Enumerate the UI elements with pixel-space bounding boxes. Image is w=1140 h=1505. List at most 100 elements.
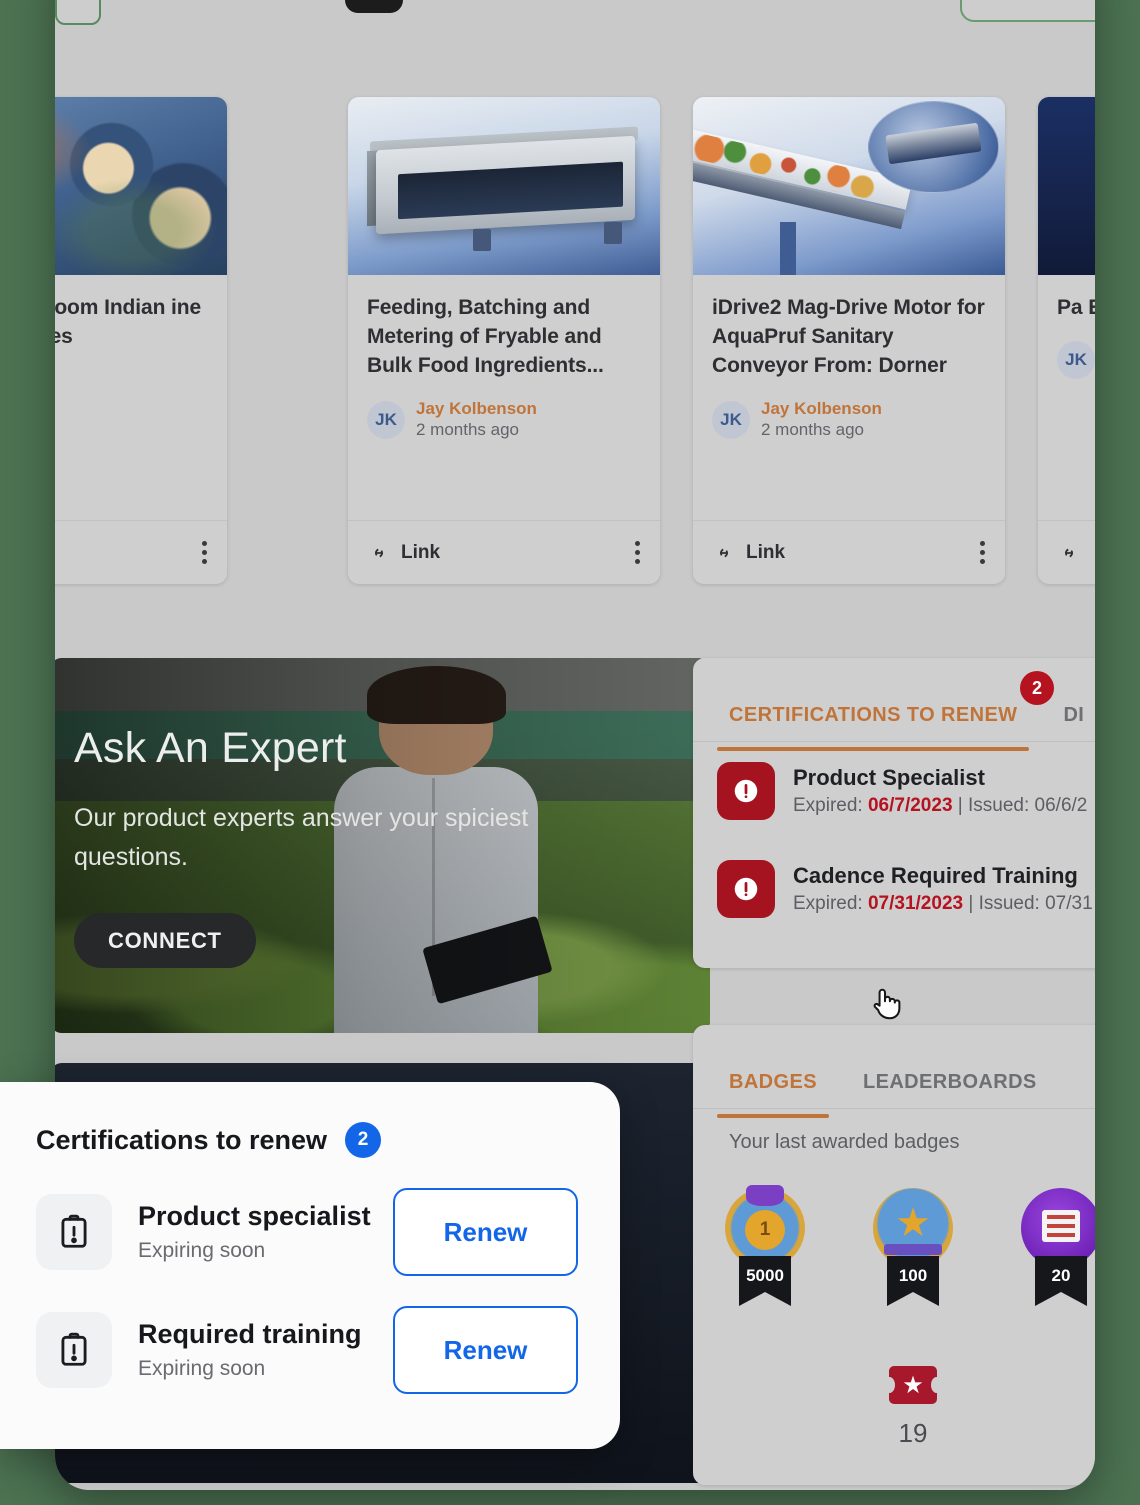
page-header: Quick Feature Overviews FOLLOW — [55, 0, 1095, 62]
tab-diplomas[interactable]: DI — [1063, 704, 1084, 727]
kebab-menu-icon[interactable] — [635, 541, 640, 564]
card-meta: JK Jay Kolbenson 2 months ago — [367, 399, 641, 440]
clapperboard-icon — [345, 0, 403, 13]
page-title: Quick Feature Overviews — [421, 0, 782, 1]
dialog-header: Certifications to renew 2 — [36, 1122, 578, 1158]
card-footer: Link — [693, 520, 1005, 584]
card-timestamp: 2 months ago — [416, 420, 520, 439]
card-title: Pa Eff Co — [1057, 296, 1095, 319]
certifications-panel: CERTIFICATIONS TO RENEW DI 2 Product Spe… — [693, 658, 1095, 968]
card-thumbnail — [55, 97, 227, 275]
certification-name: Cadence Required Training — [793, 863, 1078, 888]
card-body: how ChaatRoom Indian ine doubled sales D… — [55, 275, 227, 520]
badge-count: 100 — [887, 1256, 939, 1306]
avatar: JK — [1057, 341, 1095, 379]
follow-button[interactable]: FOLLOW — [960, 0, 1095, 22]
card-thumbnail — [693, 97, 1005, 275]
card-title: iDrive2 Mag-Drive Motor for AquaPruf San… — [712, 296, 985, 377]
card-meta: JK Jay Kolbenson 2 months ago — [712, 399, 986, 440]
renew-button[interactable]: Renew — [393, 1306, 578, 1394]
document-badge[interactable]: 20 — [1013, 1188, 1095, 1306]
banner-body: Our product experts answer your spiciest… — [74, 804, 529, 871]
expired-label: Expired: — [793, 795, 868, 816]
card-link-button[interactable] — [1058, 542, 1091, 564]
alert-exclamation-icon — [717, 860, 775, 918]
tab-certifications-to-renew[interactable]: CERTIFICATIONS TO RENEW — [716, 704, 1030, 751]
dialog-count-badge: 2 — [345, 1122, 382, 1158]
card-link-label: Link — [746, 541, 786, 563]
dialog-title: Certifications to renew — [36, 1124, 328, 1155]
certifications-tabs[interactable]: CERTIFICATIONS TO RENEW DI 2 — [693, 658, 1095, 751]
screenshot-root: Quick Feature Overviews FOLLOW how Chaat… — [0, 0, 1140, 1505]
renew-button[interactable]: Renew — [393, 1188, 578, 1276]
kebab-menu-icon[interactable] — [202, 541, 207, 564]
content-card[interactable]: Feeding, Batching and Metering of Fryabl… — [348, 97, 660, 584]
ask-an-expert-banner[interactable]: Ask An Expert Our product experts answer… — [55, 658, 710, 1033]
dates-separator: | — [952, 795, 969, 816]
back-button[interactable] — [55, 0, 101, 25]
dialog-item-text: Product specialist Expiring soon — [138, 1201, 393, 1263]
card-thumbnail — [348, 97, 660, 275]
dialog-item-title: Product specialist — [138, 1201, 371, 1231]
badge-count: 5000 — [739, 1256, 791, 1306]
card-link-button[interactable]: Link — [713, 542, 785, 564]
tab-badges[interactable]: BADGES — [717, 1071, 829, 1118]
link-icon — [375, 548, 383, 557]
clipboard-alert-icon — [36, 1312, 112, 1388]
connect-button[interactable]: CONNECT — [74, 913, 256, 968]
dialog-item-text: Required training Expiring soon — [138, 1319, 393, 1381]
content-card[interactable]: how ChaatRoom Indian ine doubled sales D… — [55, 97, 227, 584]
pointing-hand-cursor — [868, 985, 902, 1023]
link-icon — [720, 548, 728, 557]
card-footer: nk — [55, 520, 227, 584]
card-thumbnail — [1038, 97, 1095, 275]
featured-cards-carousel[interactable]: how ChaatRoom Indian ine doubled sales D… — [55, 97, 1095, 584]
avatar: JK — [367, 400, 405, 439]
tabs-divider — [693, 741, 1095, 742]
card-body: iDrive2 Mag-Drive Motor for AquaPruf San… — [693, 275, 1005, 520]
link-icon — [1065, 548, 1073, 557]
banner-content: Ask An Expert Our product experts answer… — [55, 724, 710, 968]
certification-name: Product Specialist — [793, 765, 985, 790]
card-link-button[interactable]: Link — [368, 542, 440, 564]
badges-panel: BADGES LEADERBOARDS Your last awarded ba… — [693, 1025, 1095, 1485]
card-author: Jay Kolbenson — [761, 399, 882, 418]
kebab-menu-icon[interactable] — [980, 541, 985, 564]
gold-medal-badge[interactable]: 5000 — [717, 1184, 813, 1306]
certification-row[interactable]: Cadence Required Training Expired: 07/31… — [693, 840, 1095, 938]
tabs-divider — [693, 1108, 1095, 1109]
card-footer: Link — [348, 520, 660, 584]
certifications-to-renew-dialog: Certifications to renew 2 Product specia… — [0, 1082, 620, 1449]
dialog-item: Product specialist Expiring soon Renew — [36, 1188, 578, 1276]
card-footer — [1038, 520, 1095, 584]
badge-count: 20 — [1035, 1256, 1087, 1306]
content-card[interactable]: iDrive2 Mag-Drive Motor for AquaPruf San… — [693, 97, 1005, 584]
ticket-count: 19 — [898, 1418, 928, 1448]
avatar: JK — [712, 400, 750, 439]
dialog-item-subtitle: Expiring soon — [138, 1357, 266, 1380]
card-title: how ChaatRoom Indian ine doubled sales — [55, 296, 202, 348]
certification-text: Product Specialist Expired: 06/7/2023 | … — [793, 765, 1087, 817]
card-meta-text: Jay Kolbenson 2 months ago — [416, 399, 537, 440]
badges-tabs[interactable]: BADGES LEADERBOARDS — [693, 1025, 1095, 1118]
dialog-item-title: Required training — [138, 1319, 362, 1349]
badges-list: 5000 100 20 — [693, 1154, 1095, 1306]
clipboard-alert-icon — [36, 1194, 112, 1270]
issued-date: Issued: 07/31 — [978, 893, 1093, 914]
certification-dates: Expired: 07/31/2023 | Issued: 07/31 — [793, 893, 1093, 915]
certification-text: Cadence Required Training Expired: 07/31… — [793, 863, 1093, 915]
card-meta: Docebo 6 months ago — [55, 370, 208, 411]
tab-leaderboards[interactable]: LEADERBOARDS — [863, 1071, 1037, 1094]
expired-date: 06/7/2023 — [867, 795, 953, 816]
certification-dates: Expired: 06/7/2023 | Issued: 06/6/2 — [793, 795, 1087, 817]
card-timestamp: 2 months ago — [761, 420, 865, 439]
dialog-item: Required training Expiring soon Renew — [36, 1306, 578, 1394]
card-meta-text: Jay Kolbenson 2 months ago — [761, 399, 882, 440]
card-body: Pa Eff Co JK — [1038, 275, 1095, 520]
star-badge[interactable]: 100 — [865, 1188, 961, 1306]
certification-row[interactable]: Product Specialist Expired: 06/7/2023 | … — [693, 742, 1095, 840]
content-card[interactable]: Pa Eff Co JK — [1038, 97, 1095, 584]
star-ticket-icon: ★ — [884, 1366, 942, 1404]
card-author: Jay Kolbenson — [416, 399, 537, 418]
dates-separator: | — [963, 893, 979, 914]
